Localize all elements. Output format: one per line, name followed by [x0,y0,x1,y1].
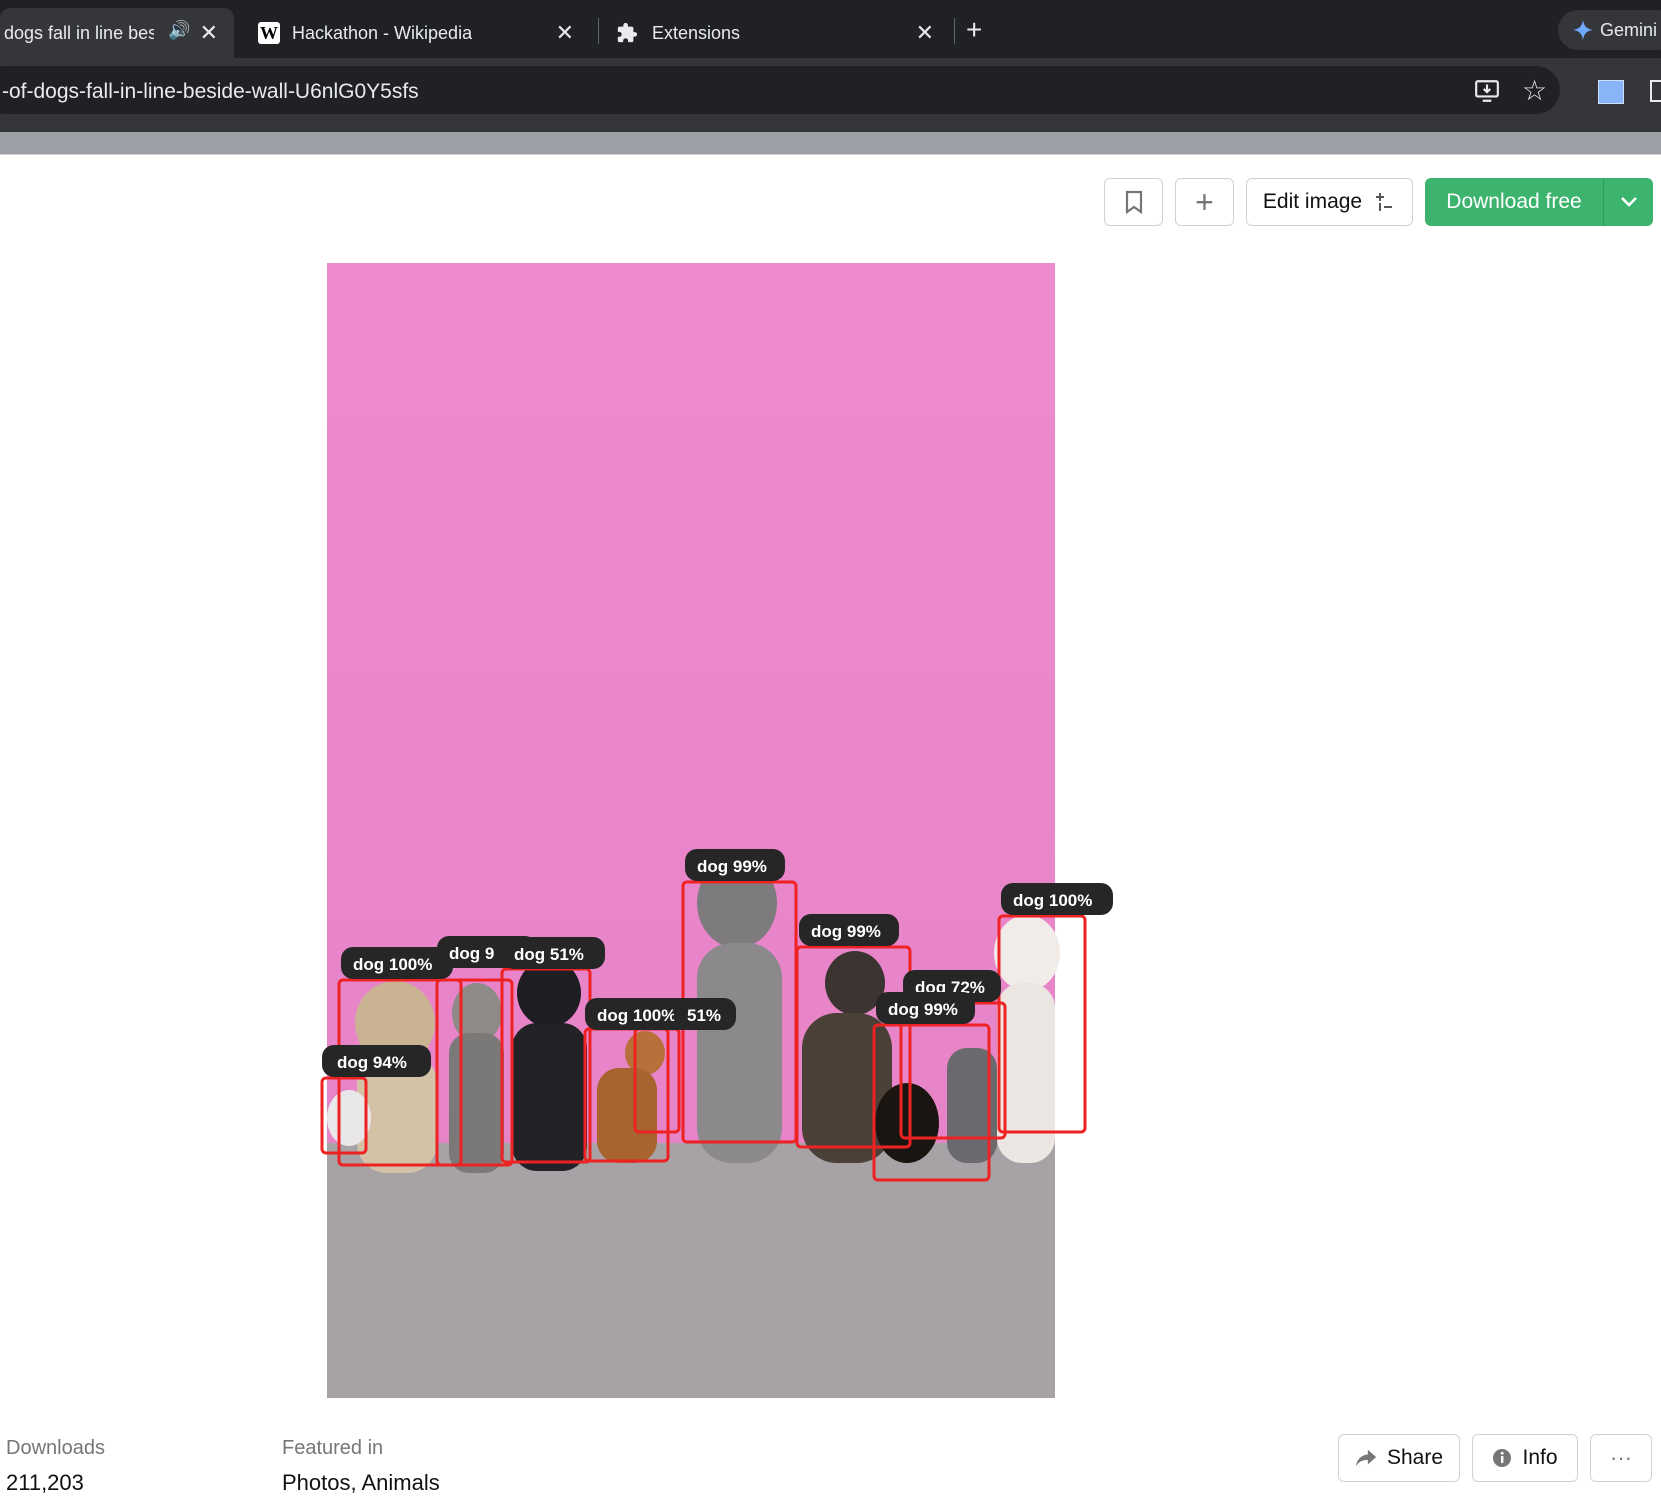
plus-icon: + [1195,183,1214,220]
featured-in-label: Featured in [282,1437,384,1459]
gemini-sparkle-icon [1572,19,1594,41]
close-tab-icon[interactable]: ✕ [556,20,574,46]
photo-dogs-pink-wall[interactable]: dog 100% dog 94% dog 9 dog 51% dog 100% … [320,263,1113,1398]
download-options-button[interactable] [1604,196,1653,208]
side-panel-icon[interactable] [1650,80,1661,102]
browser-toolbar: -of-dogs-fall-in-line-beside-wall-U6nlG0… [0,58,1661,122]
detection-label: dog 100% [597,1006,676,1025]
detection-label: dog 100% [353,955,432,974]
bookmark-button[interactable] [1104,178,1163,226]
detection-label: dog 99% [697,857,767,876]
tab-title: Hackathon - Wikipedia [292,22,473,43]
bookmark-bar [0,122,1661,132]
more-actions-button[interactable]: ··· [1590,1434,1652,1482]
tab-title: dogs fall in line bes [4,22,154,43]
download-free-button[interactable]: Download free [1425,190,1603,214]
add-to-collection-button[interactable]: + [1175,178,1234,226]
info-button[interactable]: Info [1472,1434,1578,1482]
puzzle-icon [617,22,638,43]
bookmark-star-icon[interactable]: ☆ [1522,74,1547,107]
edit-image-button[interactable]: Edit image [1246,178,1413,226]
tab-unsplash[interactable]: dogs fall in line bes 🔊 ✕ [0,8,234,58]
page-banner-strip [0,132,1661,154]
url-text[interactable]: -of-dogs-fall-in-line-beside-wall-U6nlG0… [2,80,419,104]
new-tab-button[interactable]: + [966,14,982,46]
detection-label: dog 99% [888,1000,958,1019]
info-label: Info [1522,1446,1558,1469]
share-button[interactable]: Share [1338,1434,1460,1482]
gemini-label: Gemini [1600,19,1658,40]
featured-in-links[interactable]: Photos, Animals [282,1470,440,1496]
wikipedia-icon: W [258,22,280,44]
tab-separator [598,18,599,44]
speaker-icon[interactable]: 🔊 [168,20,190,41]
detection-label: 51% [687,1006,721,1025]
browser-tabstrip: dogs fall in line bes 🔊 ✕ W Hackathon - … [0,0,1661,58]
tab-separator [954,18,955,44]
gemini-button[interactable]: Gemini [1558,10,1661,50]
edit-image-label: Edit image [1262,190,1363,213]
detection-label: dog 100% [1013,891,1092,910]
install-app-icon[interactable] [1474,78,1500,104]
downloads-label: Downloads [6,1437,105,1459]
close-tab-icon[interactable]: ✕ [916,20,934,46]
detection-label: dog 94% [337,1053,407,1072]
tab-title: Extensions [652,22,741,43]
divider [0,154,1661,155]
downloads-count: 211,203 [6,1470,84,1495]
magic-edit-icon [1376,193,1393,211]
detection-label: dog 51% [514,945,584,964]
tab-extensions[interactable]: Extensions ✕ [600,8,950,58]
share-icon [1355,1449,1377,1467]
info-icon [1493,1449,1512,1467]
detection-label: dog 9 [449,944,494,963]
close-tab-icon[interactable]: ✕ [200,20,218,46]
download-button-group: Download free [1425,178,1653,226]
chevron-down-icon [1620,197,1637,207]
extension-icon[interactable] [1598,80,1624,104]
share-label: Share [1386,1446,1444,1469]
detection-label: dog 99% [811,922,881,941]
tab-wikipedia[interactable]: W Hackathon - Wikipedia ✕ [240,8,590,58]
more-icon: ··· [1610,1445,1632,1470]
bookmark-icon [1125,190,1142,214]
